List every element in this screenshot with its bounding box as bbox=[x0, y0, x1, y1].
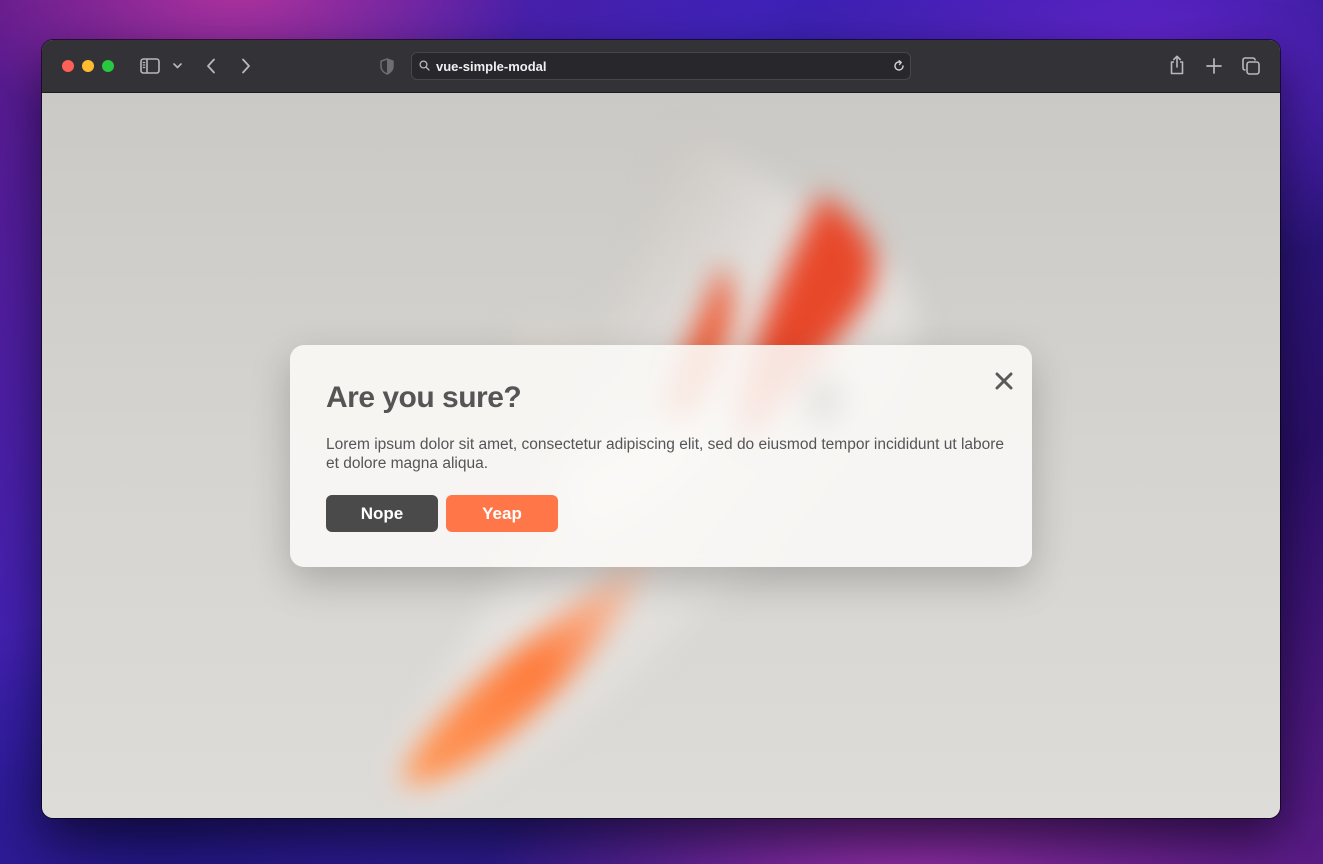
search-icon bbox=[419, 60, 430, 71]
window-close-button[interactable] bbox=[62, 60, 74, 72]
confirm-modal: Are you sure? Lorem ipsum dolor sit amet… bbox=[290, 345, 1032, 567]
yeap-button[interactable]: Yeap bbox=[446, 495, 558, 532]
page-content: Are you sure? Lorem ipsum dolor sit amet… bbox=[42, 93, 1280, 818]
shield-icon[interactable] bbox=[378, 55, 396, 77]
tab-overview-icon[interactable] bbox=[1240, 55, 1262, 77]
address-bar[interactable]: vue-simple-modal bbox=[411, 52, 911, 80]
window-minimize-button[interactable] bbox=[82, 60, 94, 72]
forward-icon[interactable] bbox=[237, 55, 255, 77]
share-icon[interactable] bbox=[1166, 53, 1188, 77]
nope-button[interactable]: Nope bbox=[326, 495, 438, 532]
close-icon[interactable] bbox=[990, 367, 1018, 395]
sidebar-icon[interactable] bbox=[139, 55, 161, 77]
modal-title: Are you sure? bbox=[326, 381, 522, 414]
new-tab-icon[interactable] bbox=[1203, 55, 1225, 77]
browser-toolbar: vue-simple-modal bbox=[42, 40, 1280, 93]
reload-icon[interactable] bbox=[892, 59, 906, 73]
back-icon[interactable] bbox=[202, 55, 220, 77]
browser-window: vue-simple-modal Are you sure? Lorem ips… bbox=[42, 40, 1280, 818]
window-maximize-button[interactable] bbox=[102, 60, 114, 72]
chevron-down-icon[interactable] bbox=[171, 59, 183, 73]
modal-body-text: Lorem ipsum dolor sit amet, consectetur … bbox=[326, 436, 1005, 472]
address-text: vue-simple-modal bbox=[436, 59, 547, 74]
